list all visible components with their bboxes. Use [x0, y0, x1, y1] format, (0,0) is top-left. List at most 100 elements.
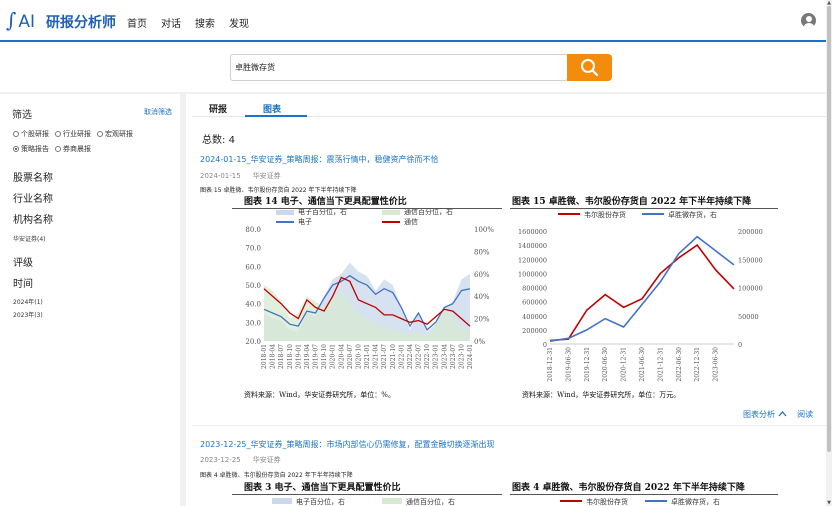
brand-name[interactable]: 研报分析师 — [46, 12, 116, 32]
search-input[interactable] — [230, 54, 568, 81]
radio-dot — [97, 131, 103, 137]
chevron-up-icon — [778, 411, 787, 417]
y-tick-right: 100% — [474, 226, 494, 234]
x-tick: 2022-12-31 — [694, 347, 701, 382]
y-tick-left: 60.0 — [245, 263, 261, 271]
result-title[interactable]: 2024-01-15_华安证券_策略周报：震荡行情中，稳健资产徐而不恰 — [200, 154, 439, 165]
x-tick: 2020-06-30 — [602, 347, 609, 382]
x-tick: 2022-04 — [407, 344, 414, 369]
x-tick: 2018-12-31 — [547, 347, 554, 382]
x-tick: 2023-07 — [450, 344, 457, 369]
y-tick-right: 0% — [474, 338, 485, 346]
result-meta: 2024-01-15 华安证券 — [200, 171, 281, 181]
total-value: 4 — [228, 135, 235, 146]
radio-macro-report[interactable]: 宏观研报 — [97, 127, 133, 141]
radio-dot — [55, 131, 61, 137]
chart-analysis-button[interactable]: 图表分析 — [743, 410, 787, 419]
nav-chat[interactable]: 对话 — [161, 15, 181, 30]
chart-legend-partial: 韦尔股份存货 卓胜微存货，右 — [560, 497, 720, 506]
scrollbar-thumb[interactable] — [827, 6, 831, 452]
tab-charts[interactable]: 图表 — [263, 102, 281, 115]
nav-discover[interactable]: 发现 — [229, 15, 249, 30]
legend-label: 韦尔股份存货 — [586, 497, 628, 506]
x-tick: 2021-12-31 — [657, 347, 664, 382]
result-title[interactable]: 2023-12-25_华安证券_策略周报：市场内部信心仍需修复，配置金融切换逐渐… — [200, 439, 495, 450]
filter-rating[interactable]: 评级 — [13, 254, 33, 269]
chart-panel-left[interactable]: 图表 14 电子、通信当下更具配置性价比 电子百分位，右 通信百分位，右 电子 通信 8… — [232, 194, 502, 406]
y-tick-left: 400000 — [522, 313, 547, 321]
scroll-down-icon[interactable]: ▼ — [826, 500, 832, 506]
x-tick: 2019-04 — [304, 344, 311, 369]
chart-panel-right-2[interactable]: 图表 4 卓胜微、韦尔股份存货自 2022 年下半年持续下降 韦尔股份存货 卓胜… — [510, 480, 778, 506]
filter-sidebar: 筛选 取消筛选 个股研报 行业研报 宏观研报 策略报告 券商晨报 股票名称 行业名称 … — [0, 94, 186, 506]
x-tick: 2020-12-31 — [621, 347, 628, 382]
y-tick-left: 1000000 — [518, 270, 547, 278]
x-tick: 2019-01 — [295, 344, 302, 369]
logo-symbol: ∫ — [6, 8, 17, 32]
x-tick: 2021-01 — [364, 344, 371, 369]
result-divider — [192, 425, 826, 426]
filter-time[interactable]: 时间 — [13, 275, 33, 290]
y-tick-right: 40% — [474, 293, 490, 301]
y-tick-left: 50.0 — [245, 282, 261, 290]
legend-swatch — [382, 210, 400, 215]
clear-filter-link[interactable]: 取消筛选 — [144, 107, 172, 117]
org-item-huaan[interactable]: 华安证券(4) — [13, 234, 46, 243]
radio-stock-report[interactable]: 个股研报 — [13, 127, 49, 141]
legend-label: 电子百分位，右 — [298, 209, 347, 216]
x-tick: 2020-10 — [355, 344, 362, 369]
x-tick: 2020-04 — [338, 344, 345, 369]
radio-label: 券商晨报 — [63, 145, 91, 153]
radio-label: 个股研报 — [21, 130, 49, 138]
read-button[interactable]: 阅读 — [797, 410, 813, 419]
legend-label: 电子 — [298, 217, 312, 226]
search-band — [0, 44, 826, 92]
radio-dot — [55, 146, 61, 152]
time-item-2023[interactable]: 2023年(3) — [13, 310, 43, 319]
time-item-2024[interactable]: 2024年(1) — [13, 297, 43, 306]
filter-title: 筛选 — [12, 110, 32, 121]
filter-org-name[interactable]: 机构名称 — [13, 211, 53, 226]
x-tick: 2023-10 — [458, 344, 465, 369]
chart-panel-right[interactable]: 图表 15 卓胜微、韦尔股份存货自 2022 年下半年持续下降 韦尔股份存货 卓胜… — [510, 194, 778, 406]
vertical-scrollbar[interactable]: ▲ ▼ — [826, 0, 832, 506]
nav-home[interactable]: 首页 — [127, 15, 147, 30]
radio-label: 宏观研报 — [105, 130, 133, 138]
y-tick-right: 50000 — [738, 313, 759, 321]
result-date: 2023-12-25 — [200, 456, 241, 464]
chart-title: 图表 15 卓胜微、韦尔股份存货自 2022 年下半年持续下降 — [512, 197, 752, 207]
y-tick-right: 60% — [474, 271, 490, 279]
x-tick: 2018-04 — [270, 344, 277, 369]
y-tick-left: 70.0 — [245, 245, 261, 253]
nav-search[interactable]: 搜索 — [195, 15, 215, 30]
x-tick: 2022-10 — [424, 344, 431, 369]
x-tick: 2020-07 — [347, 344, 354, 369]
chart-rule — [510, 494, 778, 495]
radio-morning-report[interactable]: 券商晨报 — [55, 142, 91, 156]
filter-industry-name[interactable]: 行业名称 — [13, 190, 53, 205]
x-tick: 2019-06-30 — [565, 347, 572, 382]
filter-stock-name[interactable]: 股票名称 — [13, 169, 53, 184]
app-logo[interactable]: ∫ AI — [6, 8, 35, 32]
radio-industry-report[interactable]: 行业研报 — [55, 127, 91, 141]
result-meta: 2023-12-25 华安证券 — [200, 455, 281, 465]
y-tick-right: 200000 — [738, 228, 763, 236]
y-tick-left: 1400000 — [518, 242, 547, 250]
radio-label: 行业研报 — [63, 130, 91, 138]
x-tick: 2023-04 — [441, 344, 448, 369]
chart-panel-left-2[interactable]: 图表 3 电子、通信当下更具配置性价比 电子百分位，右 通信百分位，右 — [232, 480, 502, 506]
search-button[interactable] — [567, 54, 612, 81]
user-circle-icon[interactable] — [801, 13, 816, 28]
chart-legend-partial: 电子百分位，右 通信百分位，右 — [272, 497, 455, 506]
x-tick: 2019-12-31 — [584, 347, 591, 382]
x-tick: 2018-01 — [261, 344, 268, 369]
legend-swatch — [276, 210, 294, 215]
y-tick-left: 1200000 — [518, 256, 547, 264]
legend-label: 卓胜微存货，右 — [671, 497, 720, 506]
x-tick: 2022-06-30 — [676, 347, 683, 382]
result-source: 华安证券 — [252, 456, 281, 464]
results-panel: 研报 图表 总数: 4 2024-01-15_华安证券_策略周报：震荡行情中，稳… — [192, 94, 826, 506]
radio-strategy-report[interactable]: 策略报告 — [13, 142, 49, 156]
active-tab-indicator — [245, 115, 307, 117]
tab-reports[interactable]: 研报 — [209, 102, 227, 115]
